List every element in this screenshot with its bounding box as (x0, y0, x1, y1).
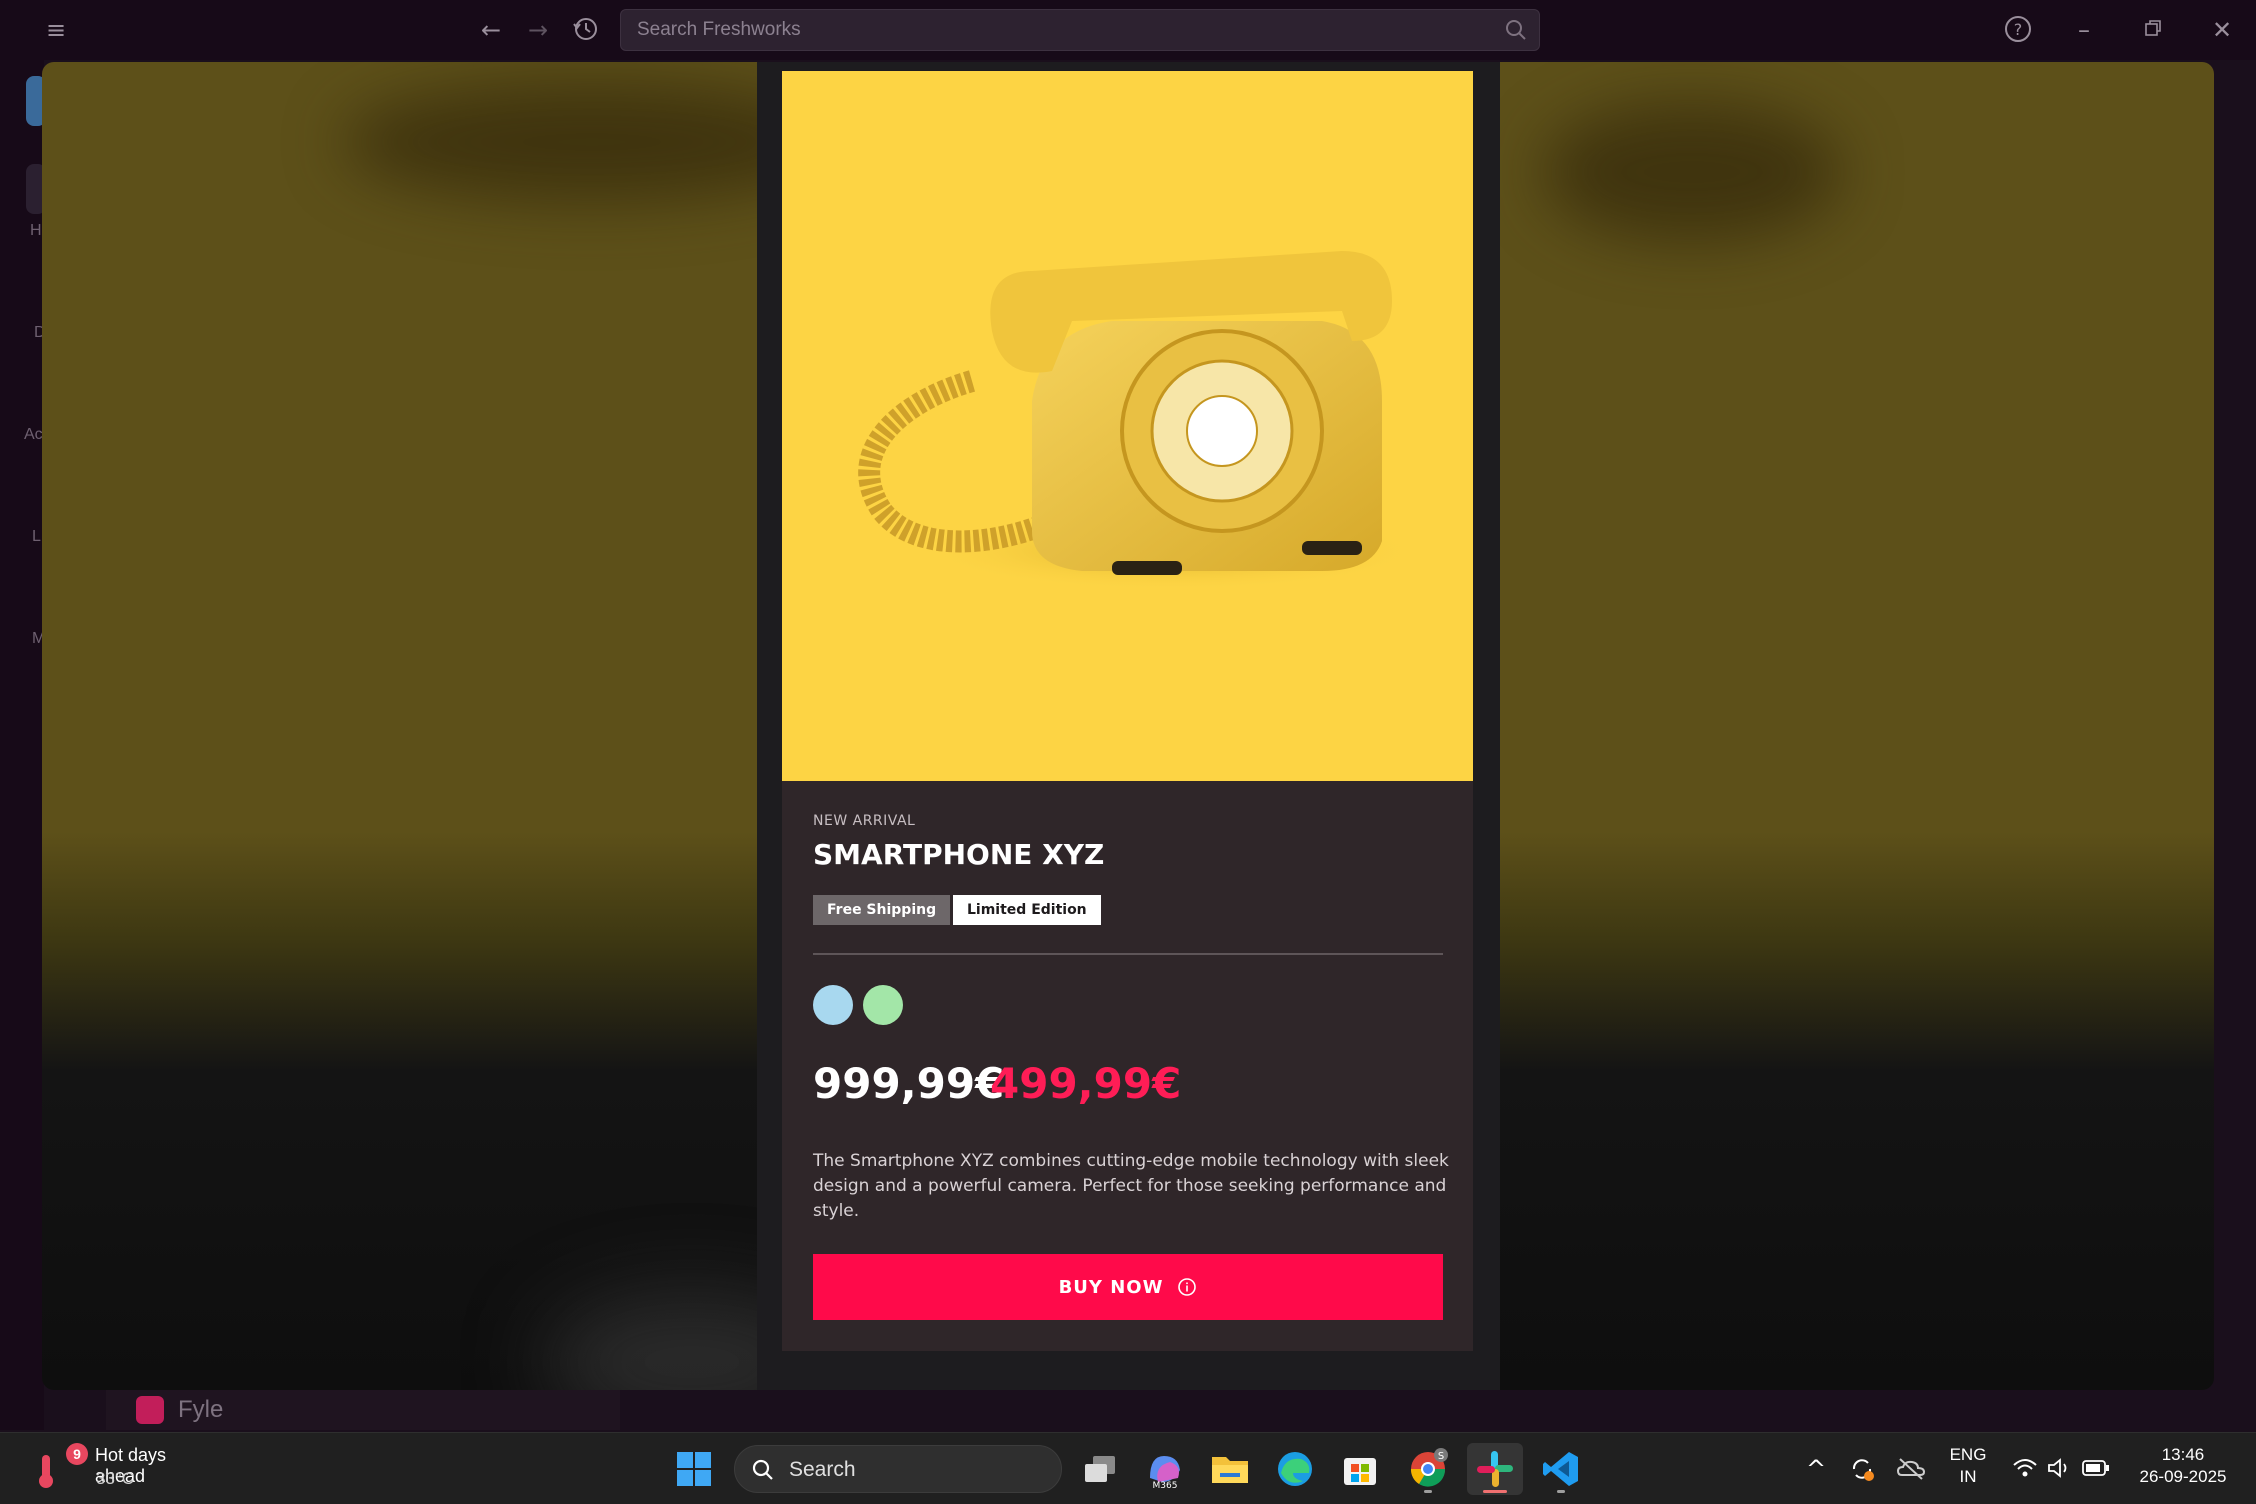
minimize-icon[interactable]: – (2068, 14, 2100, 46)
close-icon[interactable]: ✕ (2206, 14, 2238, 46)
product-description: The Smartphone XYZ combines cutting-edge… (813, 1151, 1449, 1221)
volume-icon[interactable] (2046, 1457, 2072, 1479)
microsoft-store-app[interactable] (1332, 1443, 1388, 1495)
chrome-profile-badge: S (1438, 1451, 1444, 1462)
sidebar-fragment: H (30, 222, 42, 239)
running-indicator (1424, 1490, 1432, 1493)
onedrive-offline-icon[interactable] (1896, 1455, 1926, 1483)
weather-badge: 9 (66, 1443, 88, 1465)
language-line2: IN (1959, 1467, 1977, 1486)
sidebar-fragment: L (32, 528, 41, 545)
buy-now-button[interactable]: BUY NOW (813, 1254, 1443, 1320)
product-image (782, 71, 1473, 781)
weather-temp: 33°C (96, 1469, 134, 1488)
clock-date: 26-09-2025 (2139, 1467, 2227, 1486)
task-view-button[interactable] (1072, 1443, 1128, 1495)
original-price: 999,99€ (813, 1059, 1005, 1108)
buy-now-label: BUY NOW (1058, 1276, 1164, 1298)
show-hidden-icons-chevron-icon[interactable]: ^ (1800, 1453, 1832, 1485)
sidebar-fragment: Ac (24, 426, 43, 443)
product-title: SMARTPHONE XYZ (813, 838, 1105, 871)
svg-text:?: ? (2014, 20, 2023, 39)
chrome-app[interactable]: S (1400, 1443, 1456, 1495)
history-icon[interactable] (570, 14, 602, 46)
divider (813, 953, 1443, 955)
running-indicator (1483, 1490, 1507, 1493)
restore-icon[interactable] (2137, 14, 2169, 46)
wifi-icon[interactable] (2012, 1457, 2038, 1479)
title-bar: ≡ ← → ? – ✕ (0, 0, 2256, 60)
weather-widget[interactable]: 9 Hot days ahead 33°C (20, 1433, 220, 1504)
fyle-icon (136, 1396, 164, 1424)
background-app-fyle[interactable]: Fyle (106, 1390, 620, 1430)
taskbar: 9 Hot days ahead 33°C Search M365 S ^ EN… (0, 1432, 2256, 1504)
m365-label: M365 (1153, 1481, 1178, 1490)
sidebar: H D Ac L M (0, 60, 46, 1430)
edge-browser-app[interactable] (1267, 1443, 1323, 1495)
product-card: NEW ARRIVAL SMARTPHONE XYZ Free Shipping… (782, 71, 1473, 1351)
forward-arrow-icon[interactable]: → (522, 14, 554, 46)
product-eyebrow: NEW ARRIVAL (813, 813, 916, 829)
search-icon (1506, 20, 1526, 40)
taskbar-search[interactable]: Search (734, 1445, 1062, 1493)
slack-app[interactable] (1467, 1443, 1523, 1495)
tag-free-shipping: Free Shipping (813, 895, 951, 925)
vscode-app[interactable] (1533, 1443, 1589, 1495)
search-input[interactable] (637, 10, 1497, 50)
color-swatch-blue[interactable] (813, 985, 853, 1025)
m365-copilot-app[interactable]: M365 (1137, 1443, 1193, 1495)
sale-price: 499,99€ (990, 1059, 1182, 1108)
battery-icon[interactable] (2082, 1459, 2110, 1477)
language-line1: ENG (1949, 1445, 1987, 1464)
file-explorer-app[interactable] (1202, 1443, 1258, 1495)
hamburger-menu-icon[interactable]: ≡ (40, 14, 72, 46)
sync-icon[interactable] (1848, 1455, 1876, 1483)
tag-limited-edition: Limited Edition (953, 895, 1101, 925)
info-icon (1178, 1278, 1197, 1296)
taskbar-search-label: Search (789, 1458, 856, 1481)
rotary-telephone-image (858, 251, 1422, 591)
back-arrow-icon[interactable]: ← (475, 14, 507, 46)
search-icon (752, 1459, 773, 1480)
search-bar[interactable] (620, 9, 1540, 51)
language-indicator[interactable]: ENG IN (1948, 1445, 1988, 1487)
thermometer-icon (39, 1455, 53, 1488)
clock-time: 13:46 (2161, 1445, 2205, 1464)
help-icon[interactable]: ? (2002, 14, 2034, 46)
running-indicator (1557, 1490, 1565, 1493)
clock[interactable]: 13:46 26-09-2025 (2128, 1445, 2238, 1487)
color-swatch-green[interactable] (863, 985, 903, 1025)
windows-start-button[interactable] (666, 1443, 722, 1495)
fyle-label: Fyle (178, 1396, 224, 1423)
